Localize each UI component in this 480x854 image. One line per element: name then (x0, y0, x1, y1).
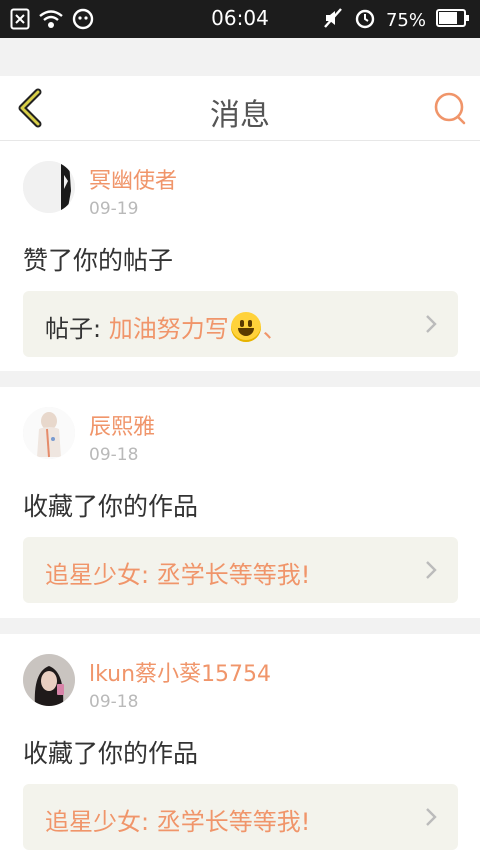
alarm-icon (354, 7, 376, 34)
search-icon (434, 92, 466, 125)
notification-card: lkun蔡小葵15754 09-18 收藏了你的作品 追星少女: 丞学长等等我! (0, 634, 480, 854)
avatar[interactable] (23, 161, 75, 213)
search-button[interactable] (432, 90, 468, 126)
page-title: 消息 (210, 98, 270, 133)
silent-icon (322, 7, 344, 34)
notification-card: 辰熙雅 09-18 收藏了你的作品 追星少女: 丞学长等等我! (0, 387, 480, 618)
post-prefix: 帖子: (45, 315, 102, 343)
battery-icon (436, 9, 470, 32)
chevron-right-icon (426, 315, 437, 333)
notification-card: 冥幽使者 09-19 赞了你的帖子 帖子: 加油努力写 、 (0, 141, 480, 371)
timestamp: 09-18 (89, 445, 139, 465)
post-link[interactable]: 帖子: 加油努力写 、 (23, 291, 458, 357)
post-title: 追星少女: 丞学长等等我! (45, 808, 311, 836)
battery-percent: 75% (385, 10, 426, 31)
avatar[interactable] (23, 654, 75, 706)
username[interactable]: 辰熙雅 (89, 409, 155, 441)
username[interactable]: lkun蔡小葵15754 (89, 656, 271, 688)
post-suffix: 、 (262, 315, 287, 343)
status-bar: 06:04 75% (0, 0, 480, 38)
app-header: 消息 (0, 76, 480, 141)
smiley-emoji-icon (230, 312, 261, 342)
username[interactable]: 冥幽使者 (89, 163, 177, 195)
action-text: 收藏了你的作品 (23, 739, 199, 768)
avatar[interactable] (23, 407, 75, 459)
timestamp: 09-19 (89, 199, 139, 219)
post-title: 加油努力写 (108, 315, 229, 343)
chevron-right-icon (426, 561, 437, 579)
post-link[interactable]: 追星少女: 丞学长等等我! (23, 537, 458, 603)
action-text: 收藏了你的作品 (23, 492, 199, 521)
chevron-right-icon (426, 808, 437, 826)
timestamp: 09-18 (89, 692, 139, 712)
action-text: 赞了你的帖子 (23, 246, 174, 275)
post-title: 追星少女: 丞学长等等我! (45, 561, 311, 589)
top-spacer (0, 38, 480, 76)
post-link[interactable]: 追星少女: 丞学长等等我! (23, 784, 458, 850)
